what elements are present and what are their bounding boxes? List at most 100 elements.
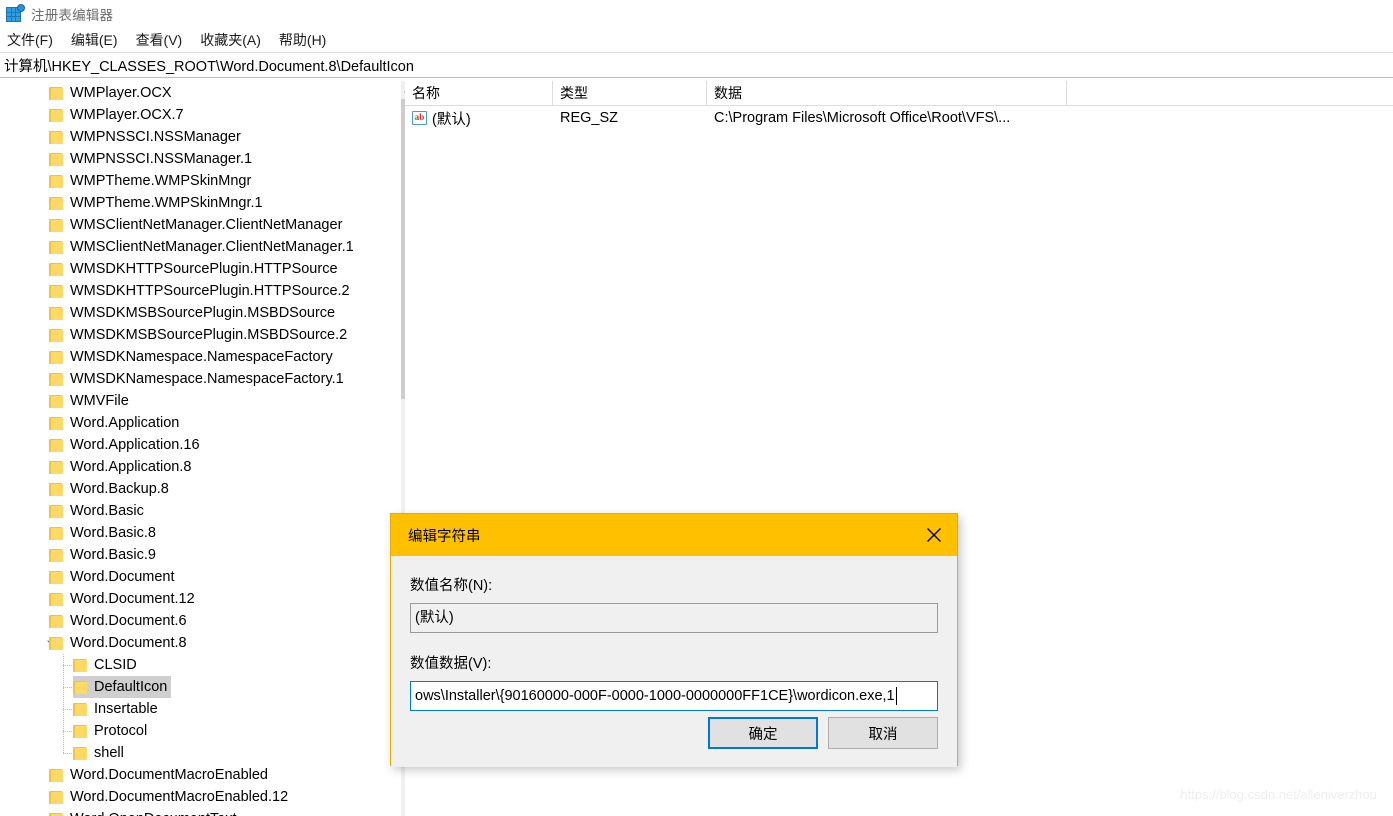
folder-icon xyxy=(49,372,63,386)
folder-icon xyxy=(49,328,63,342)
folder-icon xyxy=(73,724,87,738)
tree-item[interactable]: WMPTheme.WMPSkinMngr.1 xyxy=(0,192,400,214)
tree-item[interactable]: WMSDKNamespace.NamespaceFactory xyxy=(0,346,400,368)
tree-item[interactable]: WMPNSSCI.NSSManager.1 xyxy=(0,148,400,170)
column-header-type[interactable]: 类型 xyxy=(553,81,707,105)
tree-item[interactable]: Word.Document xyxy=(0,566,400,588)
folder-icon xyxy=(49,218,63,232)
table-row[interactable]: (默认) REG_SZ C:\Program Files\Microsoft O… xyxy=(405,106,1393,130)
tree-item[interactable]: Word.DocumentMacroEnabled.12 xyxy=(0,786,400,808)
tree-item-label: WMSClientNetManager.ClientNetManager xyxy=(70,217,343,233)
tree-item-content: WMPNSSCI.NSSManager xyxy=(49,126,245,148)
tree-item-label: Word.Document.6 xyxy=(70,613,187,629)
tree-item[interactable]: Word.Basic.8 xyxy=(0,522,400,544)
tree-item[interactable]: WMSClientNetManager.ClientNetManager.1 xyxy=(0,236,400,258)
tree-item[interactable]: WMSDKMSBSourcePlugin.MSBDSource.2 xyxy=(0,324,400,346)
tree-item[interactable]: Word.Document.8 xyxy=(0,632,400,654)
close-icon[interactable] xyxy=(911,514,957,556)
tree-item[interactable]: WMSDKHTTPSourcePlugin.HTTPSource.2 xyxy=(0,280,400,302)
tree-connector-line xyxy=(63,665,73,666)
tree-item[interactable]: Word.Document.12 xyxy=(0,588,400,610)
tree-item[interactable]: CLSID xyxy=(0,654,400,676)
registry-tree: WMPlayer.OCX WMPlayer.OCX.7 WMPNSSCI.NSSMa… xyxy=(0,82,400,816)
tree-item[interactable]: Protocol xyxy=(0,720,400,742)
tree-item-label: WMSDKMSBSourcePlugin.MSBDSource xyxy=(70,305,336,321)
tree-item-label: WMPTheme.WMPSkinMngr xyxy=(70,173,252,189)
tree-item-content: Word.OpenDocumentText xyxy=(49,808,241,816)
tree-item-label: Word.DocumentMacroEnabled xyxy=(70,767,268,783)
tree-item-content: Word.Application.16 xyxy=(49,434,204,456)
tree-item[interactable]: Word.Application.8 xyxy=(0,456,400,478)
tree-item-label: WMSDKHTTPSourcePlugin.HTTPSource xyxy=(70,261,338,277)
tree-item[interactable]: WMSDKMSBSourcePlugin.MSBDSource xyxy=(0,302,400,324)
tree-item-content: WMPTheme.WMPSkinMngr.1 xyxy=(49,192,267,214)
tree-item-label: Word.DocumentMacroEnabled.12 xyxy=(70,789,289,805)
tree-item-content: DefaultIcon xyxy=(73,676,172,698)
tree-item[interactable]: Insertable xyxy=(0,698,400,720)
menu-file[interactable]: 文件(F) xyxy=(7,28,61,52)
folder-icon xyxy=(49,306,63,320)
tree-item[interactable]: WMSClientNetManager.ClientNetManager xyxy=(0,214,400,236)
tree-item[interactable]: WMSDKHTTPSourcePlugin.HTTPSource xyxy=(0,258,400,280)
value-data-input[interactable]: ows\Installer\{90160000-000F-0000-1000-0… xyxy=(410,681,938,711)
tree-item[interactable]: Word.DocumentMacroEnabled xyxy=(0,764,400,786)
tree-item[interactable]: Word.Basic.9 xyxy=(0,544,400,566)
string-value-icon xyxy=(412,111,427,125)
edit-string-dialog: 编辑字符串 数值名称(N): (默认) 数值数据(V): ows\Install… xyxy=(390,513,958,767)
tree-item-content: Word.Application.8 xyxy=(49,456,195,478)
folder-icon xyxy=(73,746,87,760)
tree-item[interactable]: WMPlayer.OCX.7 xyxy=(0,104,400,126)
tree-item-label: WMPNSSCI.NSSManager xyxy=(70,129,241,145)
menu-edit[interactable]: 编辑(E) xyxy=(71,28,126,52)
tree-item-content: Word.DocumentMacroEnabled.12 xyxy=(49,786,292,808)
tree-item-label: WMSDKNamespace.NamespaceFactory.1 xyxy=(70,371,344,387)
tree-item[interactable]: Word.Document.6 xyxy=(0,610,400,632)
menu-view[interactable]: 查看(V) xyxy=(136,28,191,52)
tree-item[interactable]: WMPlayer.OCX xyxy=(0,82,400,104)
tree-item-label: DefaultIcon xyxy=(94,679,168,695)
tree-item-label: Word.Backup.8 xyxy=(70,481,169,497)
tree-item-label: shell xyxy=(94,745,124,761)
address-bar[interactable]: 计算机\HKEY_CLASSES_ROOT\Word.Document.8\De… xyxy=(0,52,1393,78)
tree-item[interactable]: Word.Basic xyxy=(0,500,400,522)
tree-item[interactable]: WMSDKNamespace.NamespaceFactory.1 xyxy=(0,368,400,390)
tree-item-label: Word.Application.8 xyxy=(70,459,192,475)
value-name-input[interactable]: (默认) xyxy=(410,603,938,633)
value-data-label: 数值数据(V): xyxy=(410,656,492,672)
tree-item[interactable]: shell xyxy=(0,742,400,764)
tree-item-label: Word.Basic xyxy=(70,503,144,519)
folder-icon xyxy=(49,812,63,816)
tree-connector-line xyxy=(63,742,64,753)
tree-item[interactable]: Word.Application.16 xyxy=(0,434,400,456)
tree-item-content: WMSClientNetManager.ClientNetManager.1 xyxy=(49,236,358,258)
folder-icon xyxy=(49,240,63,254)
cancel-button[interactable]: 取消 xyxy=(828,717,938,749)
tree-item-content: WMPNSSCI.NSSManager.1 xyxy=(49,148,256,170)
menu-favorites[interactable]: 收藏夹(A) xyxy=(200,28,269,52)
menu-help[interactable]: 帮助(H) xyxy=(279,28,334,52)
tree-item[interactable]: WMPNSSCI.NSSManager xyxy=(0,126,400,148)
tree-item-content: Word.DocumentMacroEnabled xyxy=(49,764,272,786)
value-data-input-text: ows\Installer\{90160000-000F-0000-1000-0… xyxy=(415,688,895,704)
registry-tree-pane: WMPlayer.OCX WMPlayer.OCX.7 WMPNSSCI.NSSMa… xyxy=(0,81,400,816)
tree-item[interactable]: Word.Backup.8 xyxy=(0,478,400,500)
folder-icon xyxy=(49,790,63,804)
tree-item-content: Insertable xyxy=(73,698,162,720)
tree-item[interactable]: WMVFile xyxy=(0,390,400,412)
column-header-name[interactable]: 名称 xyxy=(405,81,553,105)
column-header-data[interactable]: 数据 xyxy=(707,81,1067,105)
dialog-button-row: 确定 取消 xyxy=(708,717,938,749)
ok-button[interactable]: 确定 xyxy=(708,717,818,749)
tree-item-content: WMPlayer.OCX.7 xyxy=(49,104,188,126)
folder-icon xyxy=(49,548,63,562)
tree-item[interactable]: Word.OpenDocumentText xyxy=(0,808,400,816)
tree-item-content: Word.Document.12 xyxy=(49,588,199,610)
tree-item[interactable]: Word.Application xyxy=(0,412,400,434)
tree-item[interactable]: DefaultIcon xyxy=(0,676,400,698)
tree-item[interactable]: WMPTheme.WMPSkinMngr xyxy=(0,170,400,192)
dialog-title: 编辑字符串 xyxy=(408,528,481,545)
tree-item-label: WMSDKNamespace.NamespaceFactory xyxy=(70,349,333,365)
values-column-header: 名称 类型 数据 xyxy=(405,81,1393,106)
folder-icon xyxy=(49,350,63,364)
tree-item-content: WMPlayer.OCX xyxy=(49,82,176,104)
